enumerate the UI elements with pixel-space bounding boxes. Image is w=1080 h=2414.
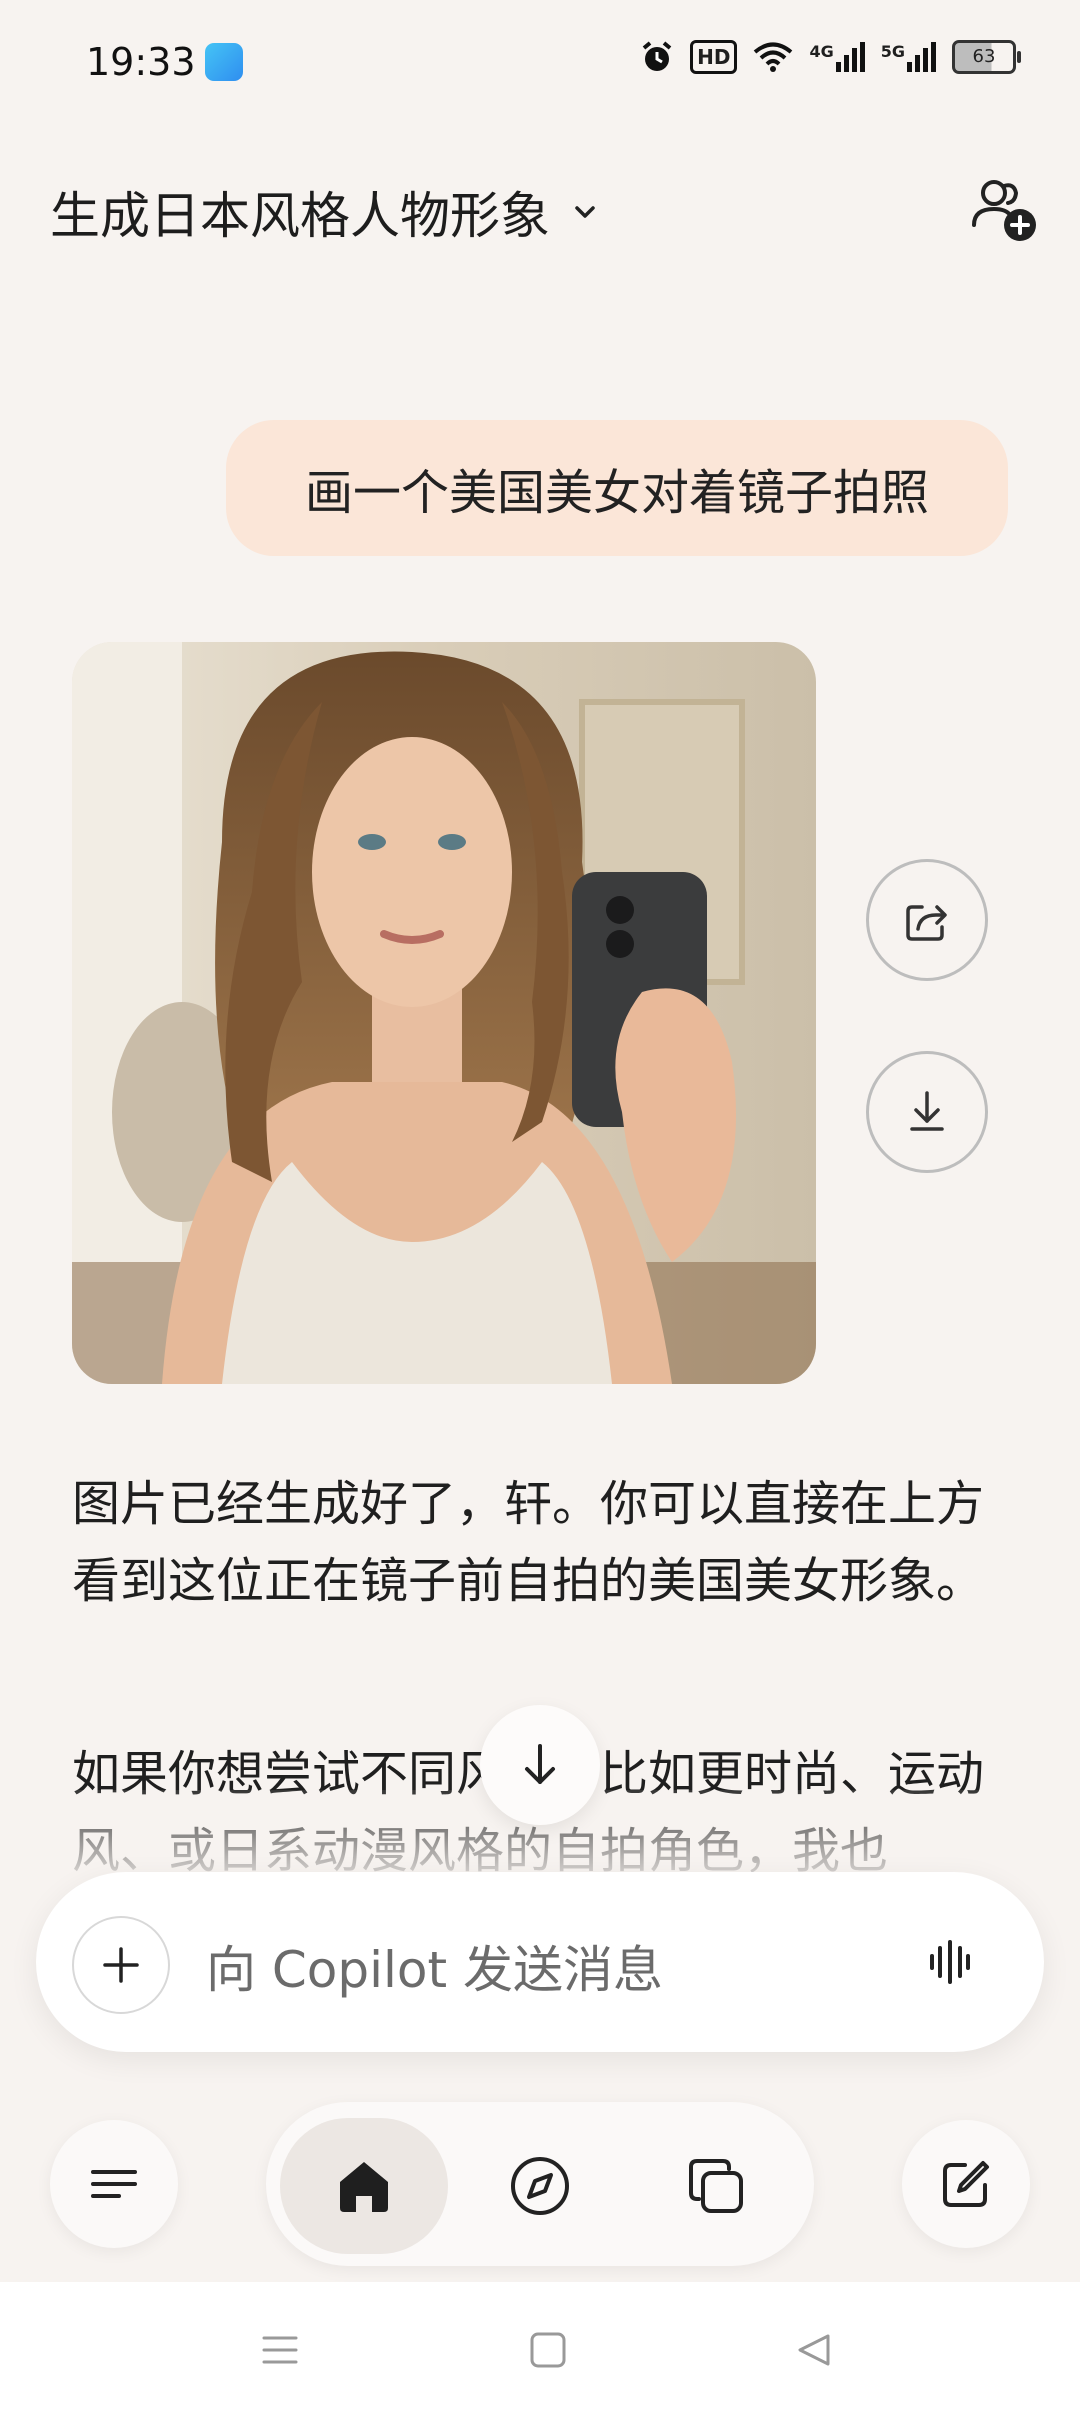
notification-app-icon [205,43,243,81]
tab-home[interactable] [280,2118,448,2254]
voice-waveform-icon[interactable] [928,1938,972,1986]
assistant-message-paragraph: 图片已经生成好了，轩。你可以直接在上方看到这位正在镜子前自拍的美国美女形象。 [72,1476,985,1609]
download-icon [910,1091,944,1131]
user-message-bubble: 画一个美国美女对着镜子拍照 [226,420,1008,556]
system-recents-button[interactable] [250,2320,310,2380]
download-button[interactable] [866,1051,988,1173]
signal-icon-2: 5G [881,42,936,72]
wifi-icon [754,42,793,72]
share-icon [906,905,947,941]
plus-icon [103,1947,139,1983]
system-back-button[interactable] [784,2320,844,2380]
selfie-illustration [72,642,816,1384]
pages-icon [689,2159,743,2213]
back-triangle-icon [798,2334,830,2366]
home-icon [340,2162,388,2212]
conversation-title-button[interactable]: 生成日本风格人物形象 [50,176,596,248]
share-button[interactable] [866,859,988,981]
add-attachment-button[interactable] [72,1916,170,2014]
menu-button[interactable] [50,2120,178,2248]
battery-indicator: 63 [952,40,1021,74]
hd-voice-badge: HD [690,40,738,74]
generated-image[interactable] [72,642,816,1384]
menu-icon [91,2170,137,2198]
chevron-down-icon [575,206,595,218]
message-input[interactable]: 向 Copilot 发送消息 [206,1930,663,2002]
arrow-down-icon [525,1744,555,1784]
new-chat-button[interactable] [902,2120,1030,2248]
compass-icon [511,2157,569,2215]
tab-discover[interactable] [490,2118,590,2254]
status-time: 19:33 [86,40,196,84]
conversation-title: 生成日本风格人物形象 [50,187,550,245]
scroll-to-bottom-button[interactable] [480,1705,600,1825]
status-icons: HD 4G 5G 63 [640,40,1021,74]
tab-pages[interactable] [666,2118,766,2254]
edit-icon [943,2161,989,2207]
alarm-icon [642,41,672,71]
system-home-button[interactable] [518,2320,578,2380]
square-icon [530,2332,566,2368]
add-people-icon[interactable] [970,175,1040,245]
recents-icon [262,2336,298,2364]
signal-icon-1: 4G [809,42,865,72]
